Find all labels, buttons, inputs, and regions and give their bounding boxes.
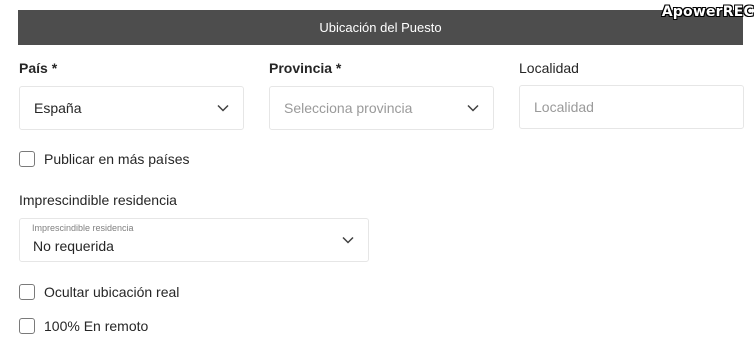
publish-more-countries-option[interactable]: Publicar en más países (19, 151, 190, 167)
residence-section-label: Imprescindible residencia (19, 192, 177, 208)
section-header: Ubicación del Puesto (18, 10, 743, 45)
hide-real-location-label: Ocultar ubicación real (44, 284, 180, 300)
chevron-down-icon (467, 104, 479, 112)
province-placeholder: Selecciona provincia (284, 100, 413, 116)
province-select[interactable]: Selecciona provincia (269, 86, 494, 130)
checkbox-unchecked-icon[interactable] (19, 151, 35, 167)
residence-floating-label: Imprescindible residencia (32, 223, 134, 233)
hide-real-location-option[interactable]: Ocultar ubicación real (19, 284, 179, 300)
country-value: España (34, 100, 82, 116)
locality-label: Localidad (519, 60, 579, 76)
checkbox-unchecked-icon[interactable] (19, 284, 35, 300)
country-select[interactable]: España (19, 86, 244, 130)
recorder-watermark: ApowerREC (661, 4, 754, 20)
locality-input[interactable]: Localidad (519, 85, 744, 129)
country-label: País * (19, 60, 58, 76)
chevron-down-icon (217, 104, 229, 112)
fully-remote-option[interactable]: 100% En remoto (19, 318, 148, 334)
residence-select[interactable]: Imprescindible residencia No requerida (19, 218, 369, 262)
publish-more-countries-label: Publicar en más países (44, 151, 190, 167)
section-title: Ubicación del Puesto (319, 20, 442, 35)
residence-value: No requerida (33, 238, 114, 254)
locality-placeholder: Localidad (534, 99, 594, 115)
province-label: Provincia * (269, 60, 342, 76)
fully-remote-label: 100% En remoto (44, 318, 149, 334)
checkbox-unchecked-icon[interactable] (19, 318, 35, 334)
chevron-down-icon (342, 236, 354, 244)
